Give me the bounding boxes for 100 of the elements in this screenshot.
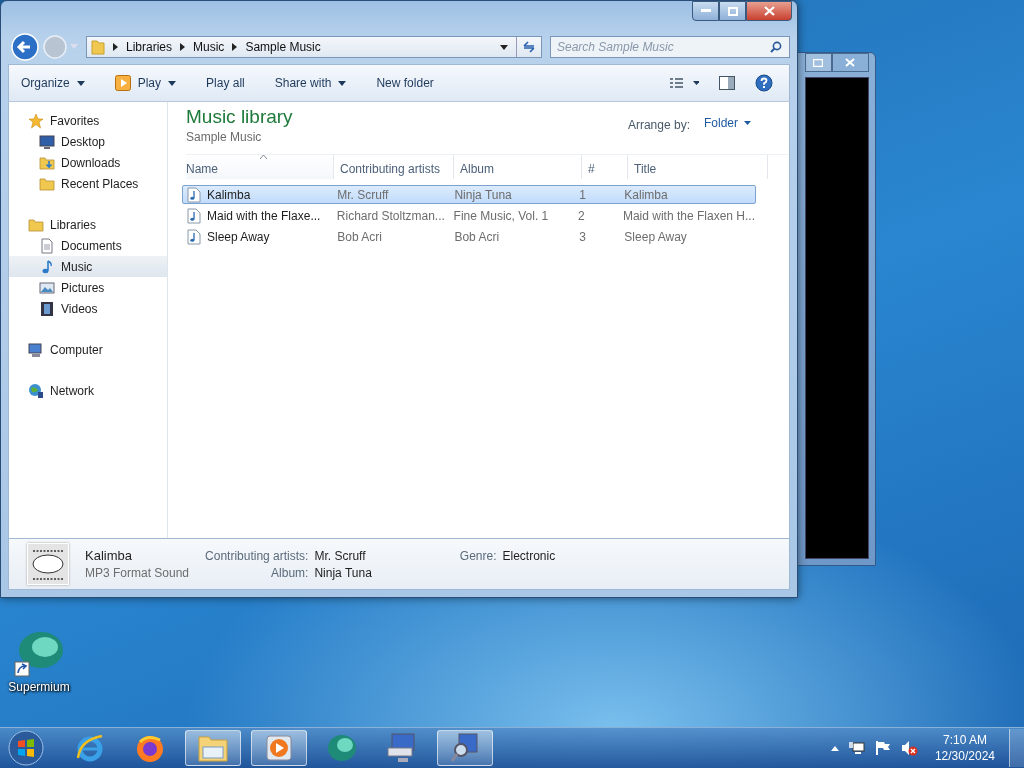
nav-item[interactable]: Pictures [9, 277, 167, 298]
caret-icon [168, 80, 177, 86]
browser-logo-icon [326, 733, 358, 763]
play-icon [114, 75, 131, 91]
show-hidden-icons-button[interactable] [830, 745, 839, 751]
minimize-button[interactable] [692, 1, 719, 21]
property-label: Contributing artists: [205, 548, 310, 563]
breadcrumb[interactable]: Sample Music [245, 40, 321, 54]
table-cell: Maid with the Flaxen H... [622, 208, 755, 223]
star-icon [28, 112, 44, 129]
caret-icon [338, 80, 347, 86]
close-button[interactable] [831, 53, 869, 72]
clock-date: 12/30/2024 [934, 749, 995, 763]
caret-icon [744, 121, 751, 125]
column-header[interactable]: Contributing artists [334, 155, 454, 179]
clock-time: 7:10 AM [942, 733, 987, 747]
menu-button[interactable]: Share with [268, 72, 353, 94]
breadcrumb[interactable]: Libraries [126, 40, 173, 54]
help-icon [755, 74, 773, 92]
folder-icon [28, 216, 44, 233]
nav-item[interactable]: Music [9, 256, 167, 277]
caret-icon [76, 80, 85, 86]
nav-item[interactable]: Downloads [9, 152, 167, 173]
chevron-icon[interactable] [180, 43, 186, 51]
table-cell: Fine Music, Vol. 1 [453, 208, 549, 223]
nav-item[interactable]: Computer [9, 339, 167, 360]
taskbar-button[interactable] [251, 730, 307, 766]
back-button[interactable] [10, 32, 40, 62]
flag-icon[interactable] [874, 740, 891, 756]
library-title: Music library [186, 106, 293, 128]
address-bar[interactable]: Libraries Music Sample Music [86, 36, 542, 58]
nav-item[interactable]: Favorites [9, 110, 167, 131]
start-button[interactable] [6, 730, 46, 766]
table-cell: 2 [578, 208, 585, 223]
library-subtitle: Sample Music [186, 130, 262, 144]
keyboard-monitor-icon [386, 732, 418, 764]
windows-logo-icon [8, 730, 44, 766]
table-cell: 1 [579, 187, 587, 202]
table-cell: Mr. Scruff [337, 187, 389, 202]
menu-button[interactable]: Organize [15, 72, 91, 94]
taskbar-button[interactable] [185, 730, 241, 766]
column-header[interactable]: Title [628, 155, 768, 179]
file-row[interactable]: Sleep Away Bob Acri Bob Acri 3 Sleep Away [182, 227, 756, 246]
picture-icon [39, 279, 55, 296]
column-header[interactable]: # [582, 155, 628, 179]
network-icon[interactable] [848, 740, 865, 756]
file-row[interactable]: Maid with the Flaxe... Richard Stoltzman... Fine Music, Vol. 1 2 Maid with the Flaxen H... [182, 206, 756, 225]
close-button[interactable] [746, 1, 792, 21]
breadcrumb[interactable]: Music [193, 40, 225, 54]
taskbar-button[interactable] [437, 730, 493, 766]
file-name: Kalimba [207, 187, 251, 202]
toolbar-button[interactable]: Play all [200, 72, 251, 94]
folder-icon [39, 154, 55, 171]
audio-file-icon [187, 228, 201, 245]
nav-item[interactable]: Documents [9, 235, 167, 256]
film-icon [39, 300, 55, 317]
table-cell: 3 [579, 229, 587, 244]
column-header[interactable]: Album [454, 155, 582, 179]
table-cell: Sleep Away [624, 229, 687, 244]
browser-logo-icon [13, 630, 65, 678]
minimize-icon [700, 9, 711, 13]
maximize-icon [813, 58, 824, 67]
caret-icon[interactable] [500, 44, 508, 50]
nav-item[interactable]: Desktop [9, 131, 167, 152]
album-art-drawing [27, 543, 69, 585]
clock[interactable]: 7:10 AM 12/30/2024 [934, 733, 995, 763]
search-icon [770, 41, 782, 53]
nav-item[interactable]: Videos [9, 298, 167, 319]
audio-file-icon [187, 186, 201, 203]
search-field[interactable]: Search Sample Music [550, 36, 790, 58]
folder-icon [197, 733, 229, 763]
chevron-icon[interactable] [232, 43, 238, 51]
arrange-dropdown[interactable]: Folder [702, 114, 753, 132]
file-name: Sleep Away [207, 229, 270, 244]
nav-item[interactable]: Recent Places [9, 173, 167, 194]
monitor-icon [39, 133, 55, 150]
maximize-button[interactable] [719, 1, 746, 21]
close-icon [763, 6, 775, 16]
chevron-icon[interactable] [113, 43, 118, 51]
maximize-button[interactable] [805, 53, 832, 72]
table-cell: Bob Acri [454, 229, 500, 244]
desktop-shortcut[interactable]: Supermium [6, 630, 72, 694]
nav-item[interactable]: Libraries [9, 214, 167, 235]
file-name: Kalimba [85, 548, 133, 563]
property-value: Electronic [502, 548, 557, 563]
table-cell: Ninja Tuna [454, 187, 512, 202]
nav-item[interactable]: Network [9, 380, 167, 401]
audio-file-icon [187, 207, 201, 224]
speaker-muted-icon[interactable] [900, 740, 919, 756]
file-type: MP3 Format Sound [85, 566, 190, 580]
column-header[interactable]: Name [186, 155, 334, 179]
toolbar-button[interactable]: New folder [370, 72, 440, 94]
table-cell: Bob Acri [337, 229, 382, 244]
arrange-label: Arrange by: [627, 118, 690, 132]
play-button[interactable]: Play [108, 71, 183, 95]
monitor-magnifier-icon [449, 732, 481, 764]
table-cell: Kalimba [624, 187, 668, 202]
show-desktop-button[interactable] [1009, 729, 1024, 767]
file-name: Maid with the Flaxe... [207, 208, 321, 223]
file-row[interactable]: Kalimba Mr. Scruff Ninja Tuna 1 Kalimba [182, 185, 756, 204]
